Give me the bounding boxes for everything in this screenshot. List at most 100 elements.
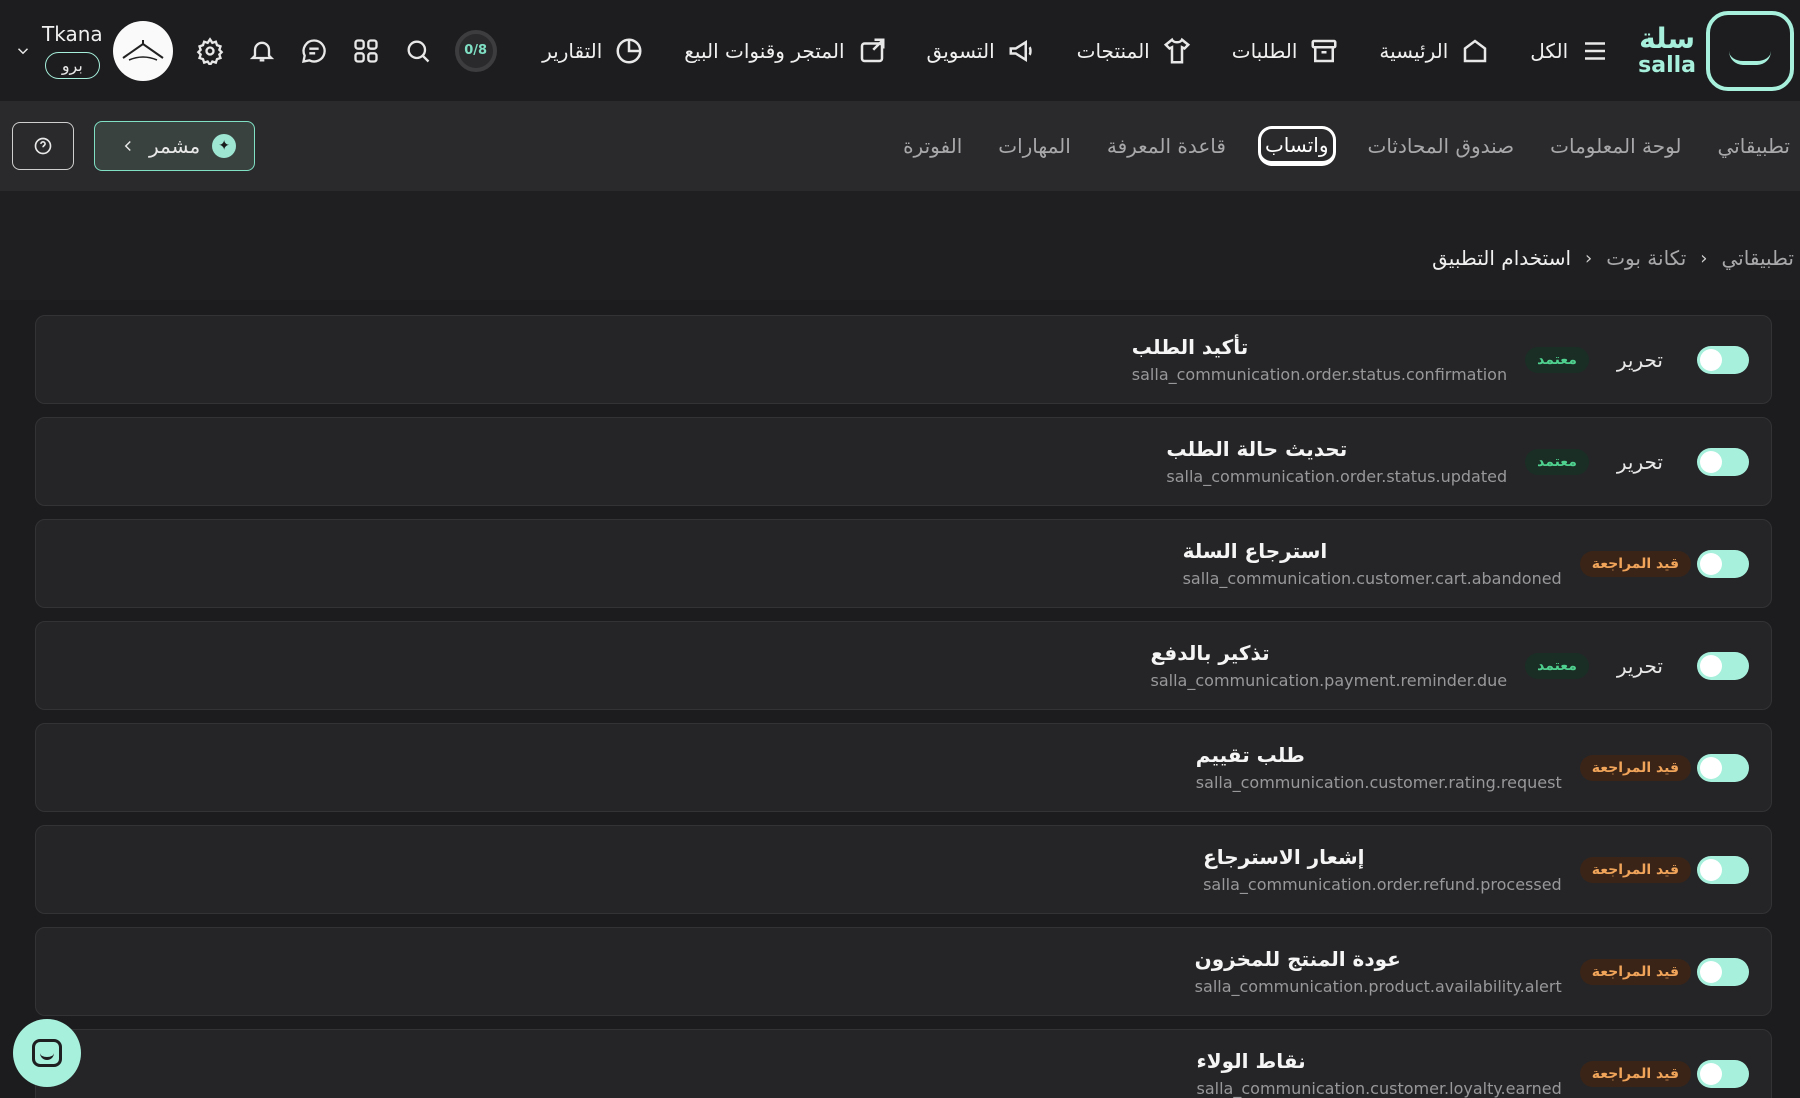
salla-logo-icon <box>1706 10 1794 91</box>
template-title: إشعار الاسترجاع <box>1203 845 1365 869</box>
template-title: عودة المنتج للمخزون <box>1194 947 1401 971</box>
chat-bubble-icon <box>32 1039 62 1067</box>
chevron-left-icon: ‹ <box>1700 247 1708 269</box>
search-button[interactable] <box>403 36 433 66</box>
profile-name: Tkana <box>42 22 103 46</box>
template-row: تحرير معتمد تحديث حالة الطلب salla_commu… <box>35 417 1772 506</box>
help-button[interactable] <box>12 122 74 170</box>
template-key: salla_communication.customer.rating.requ… <box>1195 773 1562 792</box>
grid-icon <box>353 38 378 63</box>
template-title: نقاط الولاء <box>1196 1049 1306 1073</box>
tshirt-icon <box>1163 37 1190 63</box>
nav-store-channels[interactable]: المتجر وقنوات البيع <box>684 36 886 66</box>
template-toggle[interactable] <box>1697 447 1749 476</box>
nav-orders[interactable]: الطلبات <box>1232 36 1340 66</box>
template-toggle[interactable] <box>1697 957 1749 986</box>
settings-button[interactable] <box>195 36 225 66</box>
nav-orders-label: الطلبات <box>1231 38 1298 63</box>
template-title: استرجاع السلة <box>1182 539 1328 563</box>
profile-menu[interactable]: Tkana برو <box>14 20 173 81</box>
logo-english: salla <box>1638 52 1696 78</box>
mushmer-label: مشمر <box>149 134 201 158</box>
status-badge: قيد المراجعة <box>1579 550 1691 577</box>
store-logo-icon <box>122 39 164 61</box>
template-title: تحديث حالة الطلب <box>1166 437 1348 461</box>
template-row: قيد المراجعة نقاط الولاء salla_communica… <box>35 1029 1772 1098</box>
store-share-icon <box>860 38 885 62</box>
status-badge: قيد المراجعة <box>1579 754 1691 781</box>
status-badge: معتمد <box>1525 346 1589 373</box>
template-title: تأكيد الطلب <box>1131 335 1249 359</box>
template-toggle[interactable] <box>1697 1059 1749 1088</box>
template-key: salla_communication.customer.cart.abando… <box>1182 569 1562 588</box>
pie-chart-icon <box>616 38 642 63</box>
template-key: salla_communication.order.refund.process… <box>1203 875 1562 894</box>
notifications-button[interactable] <box>247 36 277 66</box>
template-toggle[interactable] <box>1697 855 1749 884</box>
sparkle-icon: ✦ <box>212 134 237 158</box>
template-key: salla_communication.customer.loyalty.ear… <box>1196 1079 1562 1098</box>
store-avatar <box>112 20 173 81</box>
logo-arabic: سلة <box>1639 21 1696 55</box>
nav-reports[interactable]: التقارير <box>542 36 644 66</box>
template-title: تذكير بالدفع <box>1150 641 1270 665</box>
template-key: salla_communication.payment.reminder.due <box>1150 671 1508 690</box>
salla-logo[interactable]: سلة salla <box>1638 10 1794 91</box>
template-toggle[interactable] <box>1697 753 1749 782</box>
nav-home-label: الرئيسية <box>1379 38 1449 63</box>
home-icon <box>1464 38 1487 62</box>
app-subnav: تطبيقاتي لوحة المعلومات صندوق المحادثات … <box>0 101 1800 191</box>
edit-link[interactable]: تحرير <box>1617 348 1663 372</box>
template-row: تحرير معتمد تذكير بالدفع salla_communica… <box>35 621 1772 710</box>
tab-whatsapp[interactable]: واتساب <box>1257 126 1336 166</box>
edit-link[interactable]: تحرير <box>1617 654 1663 678</box>
template-toggle[interactable] <box>1697 345 1749 374</box>
tab-my-apps[interactable]: تطبيقاتي <box>1714 128 1795 164</box>
template-row: قيد المراجعة طلب تقييم salla_communicati… <box>35 723 1772 812</box>
template-key: salla_communication.product.availability… <box>1194 977 1562 996</box>
help-circle-icon <box>34 137 52 155</box>
template-row: قيد المراجعة استرجاع السلة salla_communi… <box>35 519 1772 608</box>
nav-store-label: المتجر وقنوات البيع <box>684 38 845 63</box>
apps-button[interactable] <box>351 36 381 66</box>
status-badge: معتمد <box>1525 448 1589 475</box>
messages-button[interactable] <box>299 36 329 66</box>
tab-billing[interactable]: الفوترة <box>899 128 966 164</box>
breadcrumb: تطبيقاتي ‹ تكانة بوت ‹ استخدام التطبيق <box>1432 246 1794 270</box>
template-key: salla_communication.order.status.confirm… <box>1131 365 1508 384</box>
breadcrumb-item-my-apps[interactable]: تطبيقاتي <box>1722 246 1795 270</box>
archive-box-icon <box>1311 39 1337 62</box>
templates-list: تحرير معتمد تأكيد الطلب salla_communicat… <box>0 300 1800 1098</box>
template-row: تحرير معتمد تأكيد الطلب salla_communicat… <box>35 315 1772 404</box>
tab-dashboard[interactable]: لوحة المعلومات <box>1546 128 1685 164</box>
edit-link[interactable]: تحرير <box>1617 450 1663 474</box>
status-badge: قيد المراجعة <box>1579 958 1691 985</box>
support-chat-button[interactable] <box>13 1019 81 1087</box>
template-toggle[interactable] <box>1697 549 1749 578</box>
breadcrumb-item-app[interactable]: تكانة بوت <box>1606 246 1686 270</box>
template-toggle[interactable] <box>1697 651 1749 680</box>
tab-skills[interactable]: المهارات <box>994 128 1075 164</box>
nav-reports-label: التقارير <box>542 38 603 63</box>
status-badge: قيد المراجعة <box>1579 1060 1691 1087</box>
nav-all[interactable]: الكل <box>1530 36 1610 66</box>
mushmer-button[interactable]: مشمر ✦ <box>94 121 256 171</box>
chat-icon <box>301 38 326 63</box>
gear-icon <box>196 36 223 65</box>
menu-icon <box>1585 41 1606 60</box>
nav-products[interactable]: المنتجات <box>1077 36 1192 66</box>
template-key: salla_communication.order.status.updated <box>1166 467 1508 486</box>
template-row: قيد المراجعة عودة المنتج للمخزون salla_c… <box>35 927 1772 1016</box>
bell-icon <box>249 41 274 61</box>
template-row: قيد المراجعة إشعار الاسترجاع salla_commu… <box>35 825 1772 914</box>
tab-inbox[interactable]: صندوق المحادثات <box>1364 128 1519 164</box>
nav-home[interactable]: الرئيسية <box>1379 36 1490 66</box>
setup-progress[interactable]: 0/8 <box>454 29 497 72</box>
chevron-left-icon <box>124 140 131 152</box>
nav-marketing-label: التسويق <box>926 38 995 63</box>
chevron-down-icon[interactable] <box>14 42 32 60</box>
nav-marketing[interactable]: التسويق <box>927 36 1037 66</box>
template-title: طلب تقييم <box>1195 743 1305 767</box>
tab-knowledge-base[interactable]: قاعدة المعرفة <box>1103 128 1230 164</box>
top-navbar: سلة salla الكل الرئيسية الطلبات المنتجات <box>0 0 1800 101</box>
